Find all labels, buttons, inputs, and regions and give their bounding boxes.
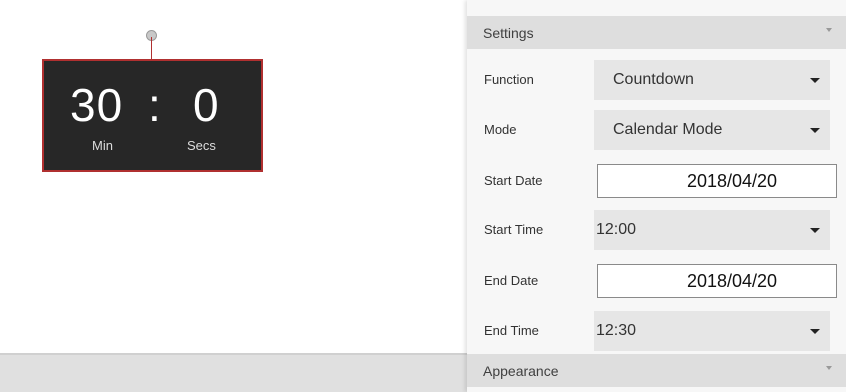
mode-select[interactable]: Calendar Mode — [594, 110, 830, 150]
settings-section-body: Function Countdown Mode Calendar Mode St… — [467, 49, 846, 354]
caret-down-icon — [810, 78, 820, 83]
start-time-row: Start Time 12:00 — [467, 210, 846, 250]
start-date-label: Start Date — [484, 173, 543, 188]
function-select-value: Countdown — [613, 71, 694, 88]
countdown-timer-widget[interactable]: 30 : 0 Min Secs — [42, 59, 263, 172]
start-date-input[interactable] — [597, 164, 837, 198]
timer-minutes: 30 — [70, 79, 124, 131]
rotation-handle-line — [151, 37, 152, 59]
panel-top-gap — [467, 0, 846, 16]
canvas-bottom-strip — [0, 353, 467, 392]
canvas[interactable]: 30 : 0 Min Secs — [0, 0, 467, 353]
start-date-row: Start Date — [467, 161, 846, 201]
start-time-select-value: 12:00 — [596, 221, 637, 238]
function-row: Function Countdown — [467, 60, 846, 100]
mode-select-value: Calendar Mode — [613, 121, 723, 138]
appearance-section-header[interactable]: Appearance — [467, 354, 846, 387]
end-date-label: End Date — [484, 273, 539, 288]
end-time-label: End Time — [484, 323, 539, 338]
caret-down-icon — [810, 128, 820, 133]
end-date-input[interactable] — [597, 264, 837, 298]
start-time-label: Start Time — [484, 222, 544, 237]
end-time-row: End Time 12:30 — [467, 311, 846, 351]
start-time-select[interactable]: 12:00 — [594, 210, 830, 250]
timer-separator: : — [148, 79, 161, 131]
end-date-row: End Date — [467, 261, 846, 301]
timer-seconds: 0 — [193, 79, 219, 131]
end-time-select-value: 12:30 — [596, 322, 637, 339]
chevron-down-icon — [826, 28, 832, 32]
mode-label: Mode — [484, 122, 517, 137]
function-select[interactable]: Countdown — [594, 60, 830, 100]
timer-seconds-label: Secs — [187, 138, 216, 153]
timer-digits: 30 : 0 — [44, 79, 261, 131]
mode-row: Mode Calendar Mode — [467, 110, 846, 150]
chevron-down-icon — [826, 366, 832, 370]
appearance-section-title: Appearance — [483, 362, 559, 379]
end-time-select[interactable]: 12:30 — [594, 311, 830, 351]
caret-down-icon — [810, 228, 820, 233]
properties-panel: Settings Function Countdown Mode Calenda… — [467, 0, 846, 392]
settings-section-header[interactable]: Settings — [467, 16, 846, 49]
function-label: Function — [484, 72, 534, 87]
caret-down-icon — [810, 329, 820, 334]
timer-minutes-label: Min — [92, 138, 113, 153]
settings-section-title: Settings — [483, 24, 534, 41]
